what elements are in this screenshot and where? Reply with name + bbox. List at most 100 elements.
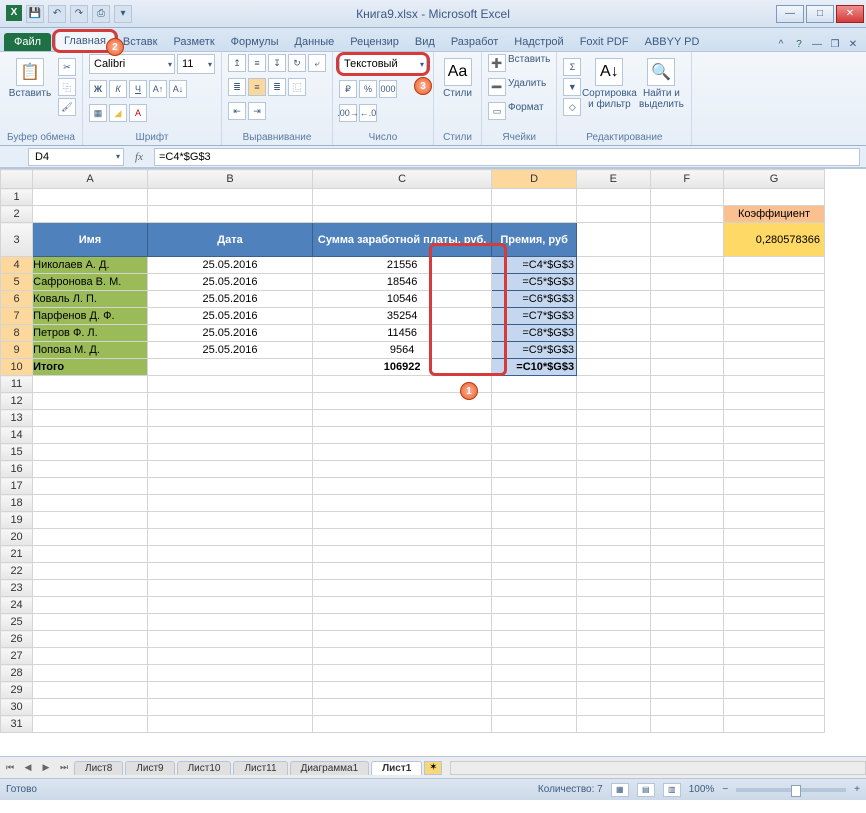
cell[interactable] (650, 359, 723, 376)
cell[interactable] (33, 410, 148, 427)
cell[interactable] (723, 274, 824, 291)
fill-color-icon[interactable]: ◢ (109, 104, 127, 122)
cell[interactable] (650, 699, 723, 716)
cell[interactable] (577, 648, 650, 665)
col-header-A[interactable]: A (33, 170, 148, 189)
cell[interactable] (723, 342, 824, 359)
bold-icon[interactable]: Ж (89, 80, 107, 98)
cell[interactable] (33, 427, 148, 444)
sum-cell[interactable]: 35254 (313, 308, 492, 325)
sheet-tab[interactable]: Диаграмма1 (290, 761, 370, 775)
cell[interactable] (650, 665, 723, 682)
cell[interactable] (33, 461, 148, 478)
cell[interactable] (313, 716, 492, 733)
cell[interactable] (577, 631, 650, 648)
font-name-combo[interactable]: Calibri (89, 54, 175, 74)
cell[interactable] (577, 291, 650, 308)
currency-icon[interactable]: ₽ (339, 80, 357, 98)
cell[interactable] (492, 206, 577, 223)
cell[interactable] (650, 291, 723, 308)
row-header[interactable]: 22 (1, 563, 33, 580)
doc-close-icon[interactable]: ✕ (846, 37, 860, 51)
bonus-cell[interactable]: =C6*$G$3 (492, 291, 577, 308)
view-normal-icon[interactable]: ▦ (611, 783, 629, 797)
row-header[interactable]: 31 (1, 716, 33, 733)
name-cell[interactable]: Попова М. Д. (33, 342, 148, 359)
cell[interactable] (723, 308, 824, 325)
cell[interactable] (33, 563, 148, 580)
sum-cell[interactable]: 9564 (313, 342, 492, 359)
date-cell[interactable]: 25.05.2016 (147, 308, 312, 325)
cell[interactable] (577, 376, 650, 393)
cell[interactable] (33, 529, 148, 546)
date-cell[interactable]: 25.05.2016 (147, 325, 312, 342)
bonus-cell[interactable]: =C5*$G$3 (492, 274, 577, 291)
tab-pagelayout[interactable]: Разметк (165, 33, 222, 51)
cell[interactable] (577, 223, 650, 257)
cell[interactable] (577, 206, 650, 223)
col-header-G[interactable]: G (723, 170, 824, 189)
font-color-icon[interactable]: A (129, 104, 147, 122)
row-header[interactable]: 26 (1, 631, 33, 648)
cell[interactable] (492, 478, 577, 495)
cell[interactable] (492, 648, 577, 665)
select-all-corner[interactable] (1, 170, 33, 189)
cell[interactable] (577, 546, 650, 563)
cell[interactable] (577, 342, 650, 359)
print-icon[interactable]: ⎙ (92, 5, 110, 23)
tab-home[interactable]: Главная 2 (55, 31, 115, 51)
date-cell[interactable]: 25.05.2016 (147, 342, 312, 359)
align-left-icon[interactable]: ≣ (228, 78, 246, 96)
row-header[interactable]: 7 (1, 308, 33, 325)
cell[interactable] (577, 699, 650, 716)
cell[interactable] (723, 597, 824, 614)
tab-view[interactable]: Вид (407, 33, 443, 51)
increase-font-icon[interactable]: A↑ (149, 80, 167, 98)
format-cells-icon[interactable]: ▭ (488, 102, 506, 120)
save-icon[interactable]: 💾 (26, 5, 44, 23)
styles-button[interactable]: Aa Стили (440, 54, 475, 99)
cell[interactable] (650, 461, 723, 478)
cell[interactable] (147, 461, 312, 478)
header-cell[interactable]: Премия, руб (492, 223, 577, 257)
cell[interactable] (33, 716, 148, 733)
fill-icon[interactable]: ▼ (563, 78, 581, 96)
cut-icon[interactable]: ✂ (58, 58, 76, 76)
cell[interactable] (147, 478, 312, 495)
cell[interactable] (492, 495, 577, 512)
cell[interactable] (313, 495, 492, 512)
cell[interactable] (313, 410, 492, 427)
row-header[interactable]: 5 (1, 274, 33, 291)
zoom-out-icon[interactable]: − (722, 784, 728, 795)
cell[interactable] (577, 308, 650, 325)
cell[interactable] (33, 546, 148, 563)
cell[interactable] (577, 563, 650, 580)
zoom-in-icon[interactable]: + (854, 784, 860, 795)
tab-addins[interactable]: Надстрой (506, 33, 571, 51)
cell[interactable] (492, 189, 577, 206)
name-cell[interactable]: Парфенов Д. Ф. (33, 308, 148, 325)
cell[interactable] (650, 512, 723, 529)
cell[interactable] (650, 274, 723, 291)
cell[interactable] (723, 648, 824, 665)
cell[interactable] (650, 257, 723, 274)
row-header[interactable]: 28 (1, 665, 33, 682)
cell[interactable] (650, 648, 723, 665)
cell[interactable] (313, 461, 492, 478)
cell[interactable] (147, 444, 312, 461)
cell[interactable] (492, 546, 577, 563)
cell[interactable] (650, 342, 723, 359)
cell[interactable] (723, 495, 824, 512)
cell[interactable] (723, 257, 824, 274)
cell[interactable] (313, 682, 492, 699)
cell[interactable] (33, 206, 148, 223)
row-header[interactable]: 25 (1, 614, 33, 631)
cell[interactable] (650, 189, 723, 206)
tab-foxit[interactable]: Foxit PDF (572, 33, 637, 51)
cell[interactable] (33, 376, 148, 393)
font-size-combo[interactable]: 11 (177, 54, 215, 74)
cell[interactable] (650, 716, 723, 733)
view-pagebreak-icon[interactable]: ▥ (663, 783, 681, 797)
cell[interactable] (723, 529, 824, 546)
new-sheet-icon[interactable]: ✶ (424, 761, 442, 775)
